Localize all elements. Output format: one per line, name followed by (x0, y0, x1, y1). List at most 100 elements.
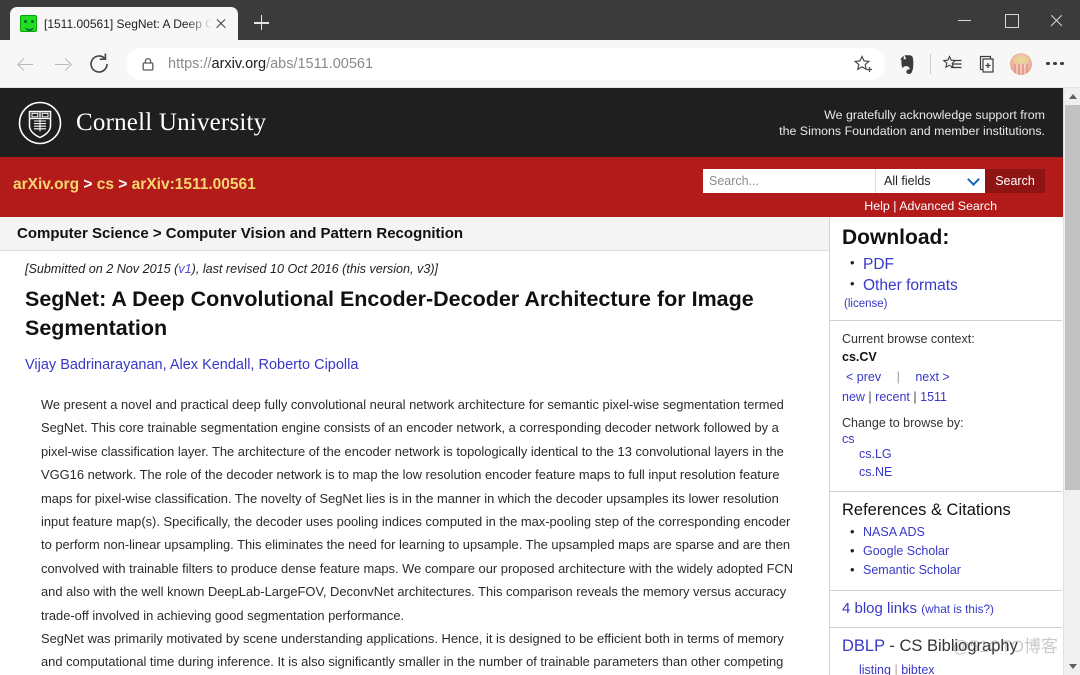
submitted-suffix: ), last revised 10 Oct 2016 (this versio… (191, 262, 439, 276)
ack-line-2: the Simons Foundation and member institu… (779, 123, 1045, 138)
download-other-formats-link[interactable]: Other formats (863, 277, 958, 294)
arxiv-abstract-page: Cornell University We gratefully acknowl… (0, 88, 1063, 675)
semantic-scholar-link[interactable]: Semantic Scholar (863, 563, 961, 577)
main-content-column: Computer Science > Computer Vision and P… (0, 217, 830, 675)
download-pdf-link[interactable]: PDF (863, 256, 894, 273)
prev-link[interactable]: < prev (846, 370, 881, 384)
ack-line-1: We gratefully acknowledge support from (824, 107, 1045, 122)
settings-and-more-button[interactable] (1038, 47, 1072, 81)
license-row: (license) (844, 298, 1050, 310)
submission-dateline: [Submitted on 2 Nov 2015 (v1), last revi… (0, 251, 829, 276)
minimize-button[interactable] (942, 0, 988, 40)
nasa-ads-link[interactable]: NASA ADS (863, 525, 925, 539)
page-body: Computer Science > Computer Vision and P… (0, 217, 1063, 675)
breadcrumb-arxiv-link[interactable]: arXiv.org (13, 176, 79, 193)
what-is-this-link[interactable]: (what is this?) (921, 602, 994, 616)
browse-cs-link[interactable]: cs (842, 432, 855, 446)
collections-button[interactable] (970, 47, 1004, 81)
back-arrow-icon (19, 58, 33, 71)
favorites-list-icon (942, 54, 962, 68)
browser-tab-active[interactable]: [1511.00561] SegNet: A Deep Co (10, 7, 238, 40)
authors-list[interactable]: Vijay Badrinarayanan, Alex Kendall, Robe… (0, 343, 829, 373)
dblp-link[interactable]: DBLP (842, 637, 885, 655)
search-button[interactable]: Search (985, 169, 1045, 193)
dblp-suffix: - CS Bibliography (889, 637, 1018, 655)
blog-what-is-this: (what is this?) (921, 602, 994, 616)
subject-header: Computer Science > Computer Vision and P… (0, 217, 829, 251)
list-item: PDF (848, 253, 1050, 275)
url-scheme: https:// (168, 55, 212, 72)
window-controls (942, 0, 1080, 40)
browse-csne-link[interactable]: cs.NE (859, 465, 892, 479)
new-tab-button[interactable] (246, 8, 276, 38)
breadcrumb-paper-id: arXiv:1511.00561 (131, 176, 256, 193)
dblp-heading: DBLP - CS Bibliography (842, 637, 1050, 656)
page-scrollbar[interactable] (1063, 88, 1080, 675)
url-text: https://arxiv.org/abs/1511.00561 (168, 56, 849, 72)
scroll-down-arrow-icon[interactable] (1064, 658, 1080, 675)
dblp-box: DBLP - CS Bibliography listing | bibtex … (830, 628, 1062, 675)
settings-more-icon (1046, 61, 1064, 66)
dblp-bibtex-link[interactable]: bibtex (901, 663, 934, 675)
tab-strip: [1511.00561] SegNet: A Deep Co (0, 0, 1080, 40)
cornell-university-label: Cornell University (76, 108, 267, 136)
list-item: NASA ADS (848, 522, 1050, 542)
prev-next-divider: | (896, 370, 900, 384)
forward-button[interactable] (44, 46, 80, 82)
breadcrumb-sep-2: > (118, 176, 128, 193)
nr-sep-2: | (913, 390, 917, 404)
window-close-button[interactable] (1034, 0, 1080, 40)
tab-title: [1511.00561] SegNet: A Deep Co (44, 16, 212, 31)
advanced-search-link[interactable]: Advanced Search (899, 199, 997, 213)
dblp-divider: | (894, 663, 898, 675)
reload-icon (90, 53, 108, 73)
search-area: All fields Search Help | Advanced Search (703, 169, 1045, 213)
recent-link[interactable]: recent (875, 390, 910, 404)
list-item: Semantic Scholar (848, 560, 1050, 580)
browse-context-box: Current browse context: cs.CV < prev | n… (830, 321, 1062, 492)
search-input[interactable] (703, 169, 875, 193)
download-list: PDF Other formats (848, 253, 1050, 296)
reload-button[interactable] (80, 45, 118, 83)
profile-button[interactable] (1004, 47, 1038, 81)
url-path: /abs/1511.00561 (266, 55, 374, 72)
help-link[interactable]: Help (864, 199, 889, 213)
dblp-listing-link[interactable]: listing (859, 663, 891, 675)
address-bar[interactable]: https://arxiv.org/abs/1511.00561 (126, 47, 885, 80)
arxiv-favicon-icon (20, 15, 37, 32)
tab-close-icon[interactable] (212, 15, 230, 33)
license-link[interactable]: (license) (844, 298, 887, 310)
help-divider: | (893, 199, 897, 213)
back-button[interactable] (8, 46, 44, 82)
evernote-icon (900, 54, 914, 74)
favorite-star-icon[interactable] (849, 49, 879, 79)
breadcrumb: arXiv.org > cs > arXiv:1511.00561 (13, 176, 256, 194)
cornell-seal-icon[interactable] (17, 100, 63, 146)
arxiv-red-bar: arXiv.org > cs > arXiv:1511.00561 All fi… (0, 157, 1063, 217)
browse-cslg-link[interactable]: cs.LG (859, 447, 892, 461)
google-scholar-link[interactable]: Google Scholar (863, 544, 949, 558)
archive-1511-link[interactable]: 1511 (920, 390, 947, 404)
page-viewport: Cornell University We gratefully acknowl… (0, 88, 1080, 675)
download-box: Download: PDF Other formats (license) (830, 217, 1062, 321)
download-heading: Download: (842, 226, 950, 249)
lock-icon (140, 56, 156, 72)
next-link[interactable]: next > (915, 370, 949, 384)
scroll-up-arrow-icon[interactable] (1064, 88, 1080, 105)
evernote-button[interactable] (891, 47, 925, 81)
version-v1-link[interactable]: v1 (178, 262, 191, 276)
collections-icon (979, 55, 994, 73)
maximize-button[interactable] (988, 0, 1034, 40)
favorites-list-button[interactable] (936, 47, 970, 81)
list-item: Google Scholar (848, 541, 1050, 561)
scrollbar-thumb[interactable] (1065, 105, 1080, 490)
chevron-down-icon (967, 172, 980, 186)
browse-context-category: cs.CV (842, 350, 877, 364)
cornell-header: Cornell University We gratefully acknowl… (0, 88, 1063, 157)
search-field-dropdown[interactable]: All fields (875, 169, 985, 193)
breadcrumb-cs-link[interactable]: cs (97, 176, 114, 193)
nr-sep-1: | (868, 390, 872, 404)
blog-links-link[interactable]: 4 blog links (842, 600, 917, 617)
new-link[interactable]: new (842, 390, 865, 404)
profile-avatar-icon (1010, 52, 1032, 75)
